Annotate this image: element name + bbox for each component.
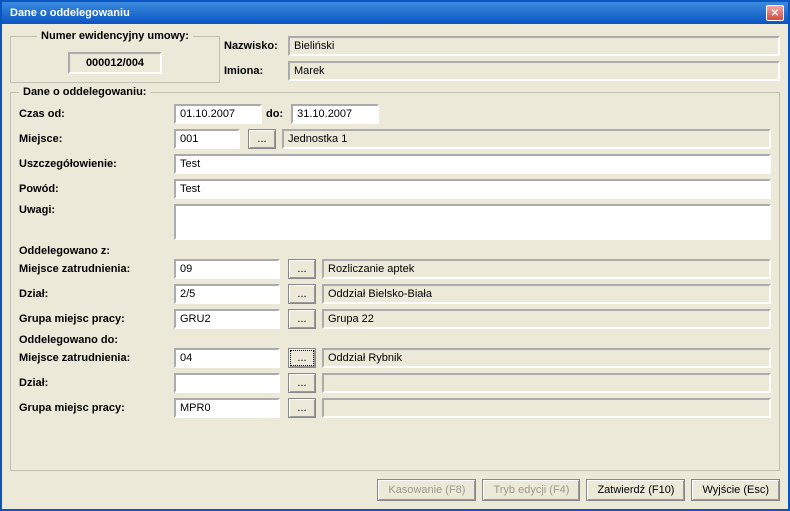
from-mz-code-input[interactable] (174, 259, 280, 279)
from-mz-browse-button[interactable]: ... (288, 259, 316, 279)
to-gmp-code-input[interactable] (174, 398, 280, 418)
nazwisko-label: Nazwisko: (224, 40, 288, 52)
from-gmp-browse-button[interactable]: ... (288, 309, 316, 329)
button-bar: Kasowanie (F8) Tryb edycji (F4) Zatwierd… (10, 479, 780, 501)
titlebar: Dane o oddelegowaniu ✕ (2, 2, 788, 24)
from-gmp-code-input[interactable] (174, 309, 280, 329)
from-mz-name-field: Rozliczanie aptek (322, 259, 771, 279)
to-gmp-label: Grupa miejsc pracy: (19, 402, 174, 414)
uwagi-label: Uwagi: (19, 204, 174, 216)
czas-od-label: Czas od: (19, 108, 174, 120)
to-mz-code-input[interactable] (174, 348, 280, 368)
from-gmp-label: Grupa miejsc pracy: (19, 313, 174, 325)
wyjscie-button[interactable]: Wyjście (Esc) (691, 479, 780, 501)
to-gmp-browse-button[interactable]: ... (288, 398, 316, 418)
to-gmp-name-field (322, 398, 771, 418)
to-mz-label: Miejsce zatrudnienia: (19, 352, 174, 364)
kasowanie-button: Kasowanie (F8) (377, 479, 476, 501)
do-label: do: (266, 108, 283, 120)
numer-group: Numer ewidencyjny umowy: 000012/004 (10, 30, 220, 83)
miejsce-label: Miejsce: (19, 133, 174, 145)
imiona-field: Marek (288, 61, 780, 81)
tryb-edycji-button: Tryb edycji (F4) (482, 479, 580, 501)
from-label: Oddelegowano z: (19, 245, 771, 257)
czas-od-input[interactable] (174, 104, 262, 124)
nazwisko-field: Bieliński (288, 36, 780, 56)
window-title: Dane o oddelegowaniu (6, 7, 766, 19)
miejsce-name-field: Jednostka 1 (282, 129, 771, 149)
powod-input[interactable] (174, 179, 771, 199)
window: Dane o oddelegowaniu ✕ Numer ewidencyjny… (0, 0, 790, 511)
miejsce-code-input[interactable] (174, 129, 240, 149)
to-dzial-browse-button[interactable]: ... (288, 373, 316, 393)
from-dzial-browse-button[interactable]: ... (288, 284, 316, 304)
to-dzial-label: Dział: (19, 377, 174, 389)
to-mz-name-field: Oddział Rybnik (322, 348, 771, 368)
to-dzial-name-field (322, 373, 771, 393)
delegation-group: Dane o oddelegowaniu: Czas od: do: Miejs… (10, 86, 780, 471)
name-grid: Nazwisko: Bieliński Imiona: Marek (220, 30, 780, 86)
numer-legend: Numer ewidencyjny umowy: (37, 30, 193, 42)
to-label: Oddelegowano do: (19, 334, 771, 346)
to-mz-browse-button[interactable]: ... (288, 348, 316, 368)
powod-label: Powód: (19, 183, 174, 195)
zatwierdz-button[interactable]: Zatwierdź (F10) (586, 479, 685, 501)
from-dzial-code-input[interactable] (174, 284, 280, 304)
from-dzial-label: Dział: (19, 288, 174, 300)
czas-do-input[interactable] (291, 104, 379, 124)
delegation-legend: Dane o oddelegowaniu: (19, 86, 150, 98)
from-dzial-name-field: Oddział Bielsko-Biała (322, 284, 771, 304)
miejsce-browse-button[interactable]: ... (248, 129, 276, 149)
content: Numer ewidencyjny umowy: 000012/004 Nazw… (2, 24, 788, 509)
uszcz-input[interactable] (174, 154, 771, 174)
uwagi-input[interactable] (174, 204, 771, 240)
numer-value: 000012/004 (68, 52, 162, 74)
close-icon[interactable]: ✕ (766, 5, 784, 21)
from-gmp-name-field: Grupa 22 (322, 309, 771, 329)
imiona-label: Imiona: (224, 65, 288, 77)
from-mz-label: Miejsce zatrudnienia: (19, 263, 174, 275)
top-row: Numer ewidencyjny umowy: 000012/004 Nazw… (10, 30, 780, 86)
uszcz-label: Uszczegółowienie: (19, 158, 174, 170)
to-dzial-code-input[interactable] (174, 373, 280, 393)
